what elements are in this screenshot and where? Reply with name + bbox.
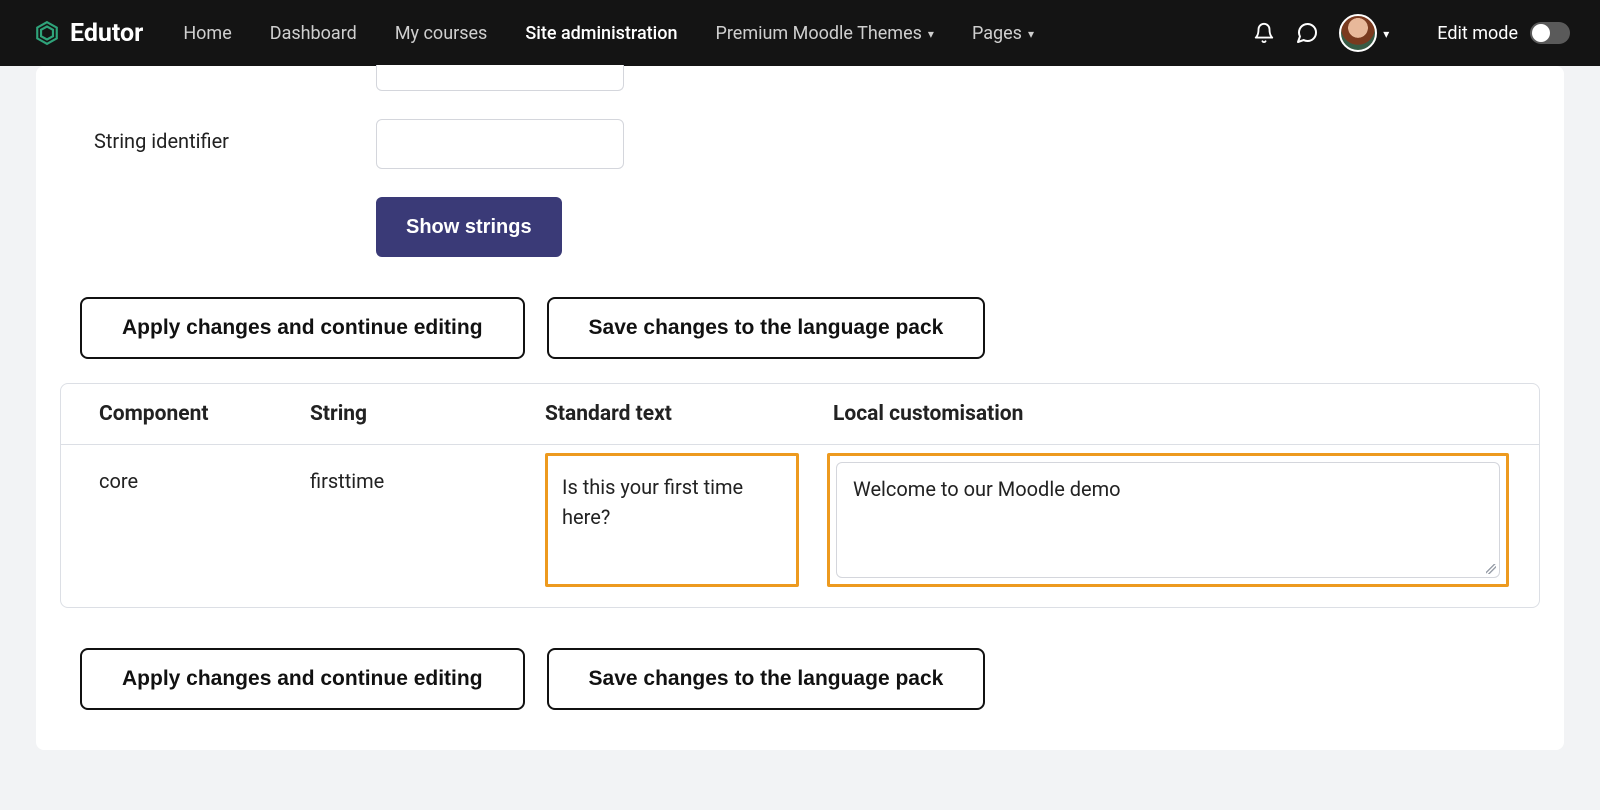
local-customisation-box xyxy=(827,453,1509,587)
actions-top: Apply changes and continue editing Save … xyxy=(80,297,1564,359)
string-identifier-label: String identifier xyxy=(36,119,376,153)
standard-text-box: Is this your first time here? xyxy=(545,453,799,587)
avatar xyxy=(1339,14,1377,52)
edit-mode-toggle-group: Edit mode xyxy=(1437,22,1570,44)
prev-field-input[interactable] xyxy=(376,65,624,91)
save-changes-button[interactable]: Save changes to the language pack xyxy=(547,297,986,359)
local-customisation-input[interactable] xyxy=(836,462,1500,578)
th-local: Local customisation xyxy=(813,384,1539,445)
nav-home[interactable]: Home xyxy=(183,23,231,44)
strings-table: Component String Standard text Local cus… xyxy=(60,383,1540,608)
messages-icon[interactable] xyxy=(1295,21,1319,45)
edit-mode-label: Edit mode xyxy=(1437,23,1518,44)
page: String identifier Show strings Apply cha… xyxy=(0,66,1600,810)
user-menu[interactable]: ▾ xyxy=(1339,14,1389,52)
table-header-row: Component String Standard text Local cus… xyxy=(61,384,1539,445)
string-identifier-input[interactable] xyxy=(376,119,624,169)
chevron-down-icon: ▾ xyxy=(928,28,934,40)
nav-pages-label: Pages xyxy=(972,23,1022,44)
save-changes-button[interactable]: Save changes to the language pack xyxy=(547,648,986,710)
navbar: Edutor Home Dashboard My courses Site ad… xyxy=(0,0,1600,66)
apply-changes-button[interactable]: Apply changes and continue editing xyxy=(80,648,525,710)
nav-mycourses[interactable]: My courses xyxy=(395,23,488,44)
form-label-prev xyxy=(36,66,376,76)
nav-right: ▾ Edit mode xyxy=(1253,14,1570,52)
cell-standard: Is this your first time here? xyxy=(531,445,813,608)
brand-logo-icon xyxy=(34,20,60,46)
nav-premium-themes-label: Premium Moodle Themes xyxy=(715,23,921,44)
th-standard: Standard text xyxy=(531,384,813,445)
cell-local xyxy=(813,445,1539,608)
main-card: String identifier Show strings Apply cha… xyxy=(36,66,1564,750)
edit-mode-toggle[interactable] xyxy=(1530,22,1570,44)
chevron-down-icon: ▾ xyxy=(1383,28,1389,40)
form-row-string-identifier: String identifier xyxy=(36,119,1564,169)
chevron-down-icon: ▾ xyxy=(1028,28,1034,40)
nav-links: Home Dashboard My courses Site administr… xyxy=(183,23,1034,44)
nav-dashboard[interactable]: Dashboard xyxy=(270,23,357,44)
brand[interactable]: Edutor xyxy=(34,19,143,48)
nav-site-administration[interactable]: Site administration xyxy=(525,23,677,44)
brand-name: Edutor xyxy=(70,19,143,48)
cell-string: firsttime xyxy=(296,445,531,608)
form-row-prev xyxy=(36,66,1564,91)
nav-premium-themes[interactable]: Premium Moodle Themes ▾ xyxy=(715,23,933,44)
th-component: Component xyxy=(61,384,296,445)
apply-changes-button[interactable]: Apply changes and continue editing xyxy=(80,297,525,359)
th-string: String xyxy=(296,384,531,445)
actions-bottom: Apply changes and continue editing Save … xyxy=(80,648,1564,710)
cell-component: core xyxy=(61,445,296,608)
table-row: core firsttime Is this your first time h… xyxy=(61,445,1539,608)
nav-pages[interactable]: Pages ▾ xyxy=(972,23,1034,44)
form-row-show-strings: Show strings xyxy=(36,197,1564,257)
notifications-icon[interactable] xyxy=(1253,22,1275,44)
show-strings-button[interactable]: Show strings xyxy=(376,197,562,257)
